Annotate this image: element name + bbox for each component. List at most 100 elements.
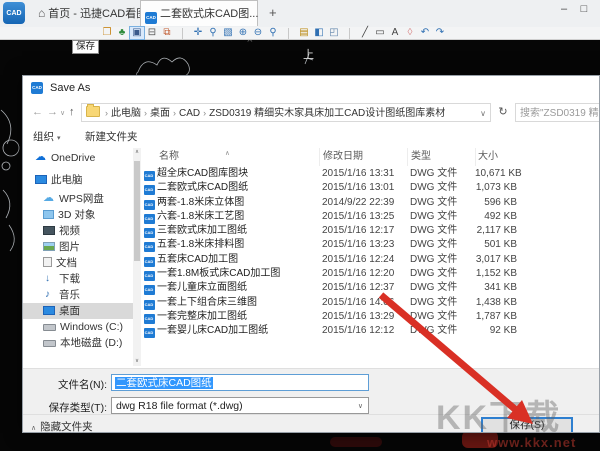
save-button[interactable]: 保存(S) — [481, 417, 573, 433]
sidebar-item-download[interactable]: 下载 — [23, 271, 133, 287]
scroll-down-icon[interactable]: ∨ — [133, 357, 141, 366]
app-logo-icon: CAD — [3, 2, 25, 24]
breadcrumb-item[interactable]: ›ZSD0319 精细实木家具床加工CAD设计图纸图库素材 — [200, 108, 445, 119]
hide-folders-button[interactable]: ∧隐藏文件夹 — [31, 419, 93, 433]
column-header-date[interactable]: 修改日期 — [319, 148, 407, 166]
redo-icon[interactable]: ↷ — [433, 27, 447, 39]
file-row[interactable]: 超全床CAD图库图块 2015/1/16 13:31 DWG 文件 10,671… — [141, 167, 599, 181]
maximize-button[interactable]: □ — [576, 3, 592, 15]
scrollbar-thumb[interactable] — [134, 161, 140, 261]
file-row[interactable]: 五套床CAD加工图 2015/1/16 12:24 DWG 文件 3,017 K… — [141, 253, 599, 267]
search-input[interactable]: 搜索"ZSD0319 精细 — [515, 103, 600, 122]
toolbar-icons: ❐♣▣⊟⧉✛⚲▧⊕⊖⚲▤◧◰╱▭A◊↶↷ — [0, 27, 600, 40]
file-row[interactable]: 一套上下组合床三维图 2015/1/16 14:06 DWG 文件 1,438 … — [141, 296, 599, 310]
sidebar-item-music[interactable]: 音乐 — [23, 287, 133, 303]
sidebar-item-desktop[interactable]: 桌面 — [23, 303, 133, 319]
toolbar-separator — [281, 28, 289, 39]
new-tab-button[interactable]: + — [264, 0, 282, 26]
save-icon[interactable]: ▣ — [130, 27, 144, 39]
file-row[interactable]: 一套儿童床立面图纸 2015/1/16 12:37 DWG 文件 341 KB — [141, 281, 599, 295]
savetype-select[interactable]: dwg R18 file format (*.dwg)∨ — [111, 397, 369, 414]
sidebar-item-cloud[interactable]: OneDrive — [23, 150, 133, 166]
breadcrumb-item[interactable]: ›此电脑 — [102, 108, 141, 119]
cad-file-icon — [141, 281, 157, 295]
palm-tree-icon[interactable]: ♣ — [115, 27, 129, 39]
forward-icon[interactable]: → — [47, 106, 58, 118]
open-file-icon[interactable]: ❐ — [100, 27, 114, 39]
cad-file-icon — [141, 181, 157, 195]
desktop-icon — [43, 306, 55, 315]
text-tool-icon[interactable]: A — [388, 27, 402, 39]
file-row[interactable]: 三套欧式床加工图纸 2015/1/16 12:17 DWG 文件 2,117 K… — [141, 224, 599, 238]
column-header-name[interactable]: 名称∧ — [141, 148, 319, 166]
scroll-up-icon[interactable]: ∧ — [133, 148, 141, 157]
tab-home[interactable]: ⌂首页 - 迅捷CAD看图 — [30, 0, 155, 26]
column-header-size[interactable]: 大小 — [475, 148, 529, 166]
eraser-tool-icon[interactable]: ◊ — [403, 27, 417, 39]
dialog-footer: 文件名(N): 二套欧式床CAD图纸 保存类型(T): dwg R18 file… — [23, 368, 599, 433]
cad-file-icon — [141, 253, 157, 267]
file-row[interactable]: 两套-1.8米床立体图 2014/9/22 22:39 DWG 文件 596 K… — [141, 196, 599, 210]
breadcrumb-caret-icon[interactable]: ∨ — [480, 104, 486, 122]
cube-icon[interactable]: ◰ — [327, 27, 341, 39]
sidebar-item-document[interactable]: 文档 — [23, 255, 133, 271]
organize-button[interactable]: 组织▾ — [33, 126, 61, 150]
refresh-icon[interactable]: ↻ — [495, 103, 511, 122]
watermark-smudge — [462, 431, 498, 448]
sidebar-item-computer[interactable]: 此电脑 — [23, 172, 133, 188]
chevron-right-icon: › — [173, 108, 176, 118]
chevron-right-icon: › — [144, 108, 147, 118]
file-list-header: 名称∧ 修改日期 类型 大小 — [141, 148, 599, 166]
sidebar-item-video[interactable]: 视频 — [23, 223, 133, 239]
pan-icon[interactable]: ✛ — [191, 27, 205, 39]
cad-doc-icon — [145, 12, 157, 24]
export-icon[interactable]: ⧉ — [160, 27, 174, 39]
breadcrumb-item[interactable]: ›桌面 — [141, 108, 170, 119]
folder-icon — [86, 106, 100, 117]
file-row[interactable]: 一套完整床加工图纸 2015/1/16 13:29 DWG 文件 1,787 K… — [141, 310, 599, 324]
filename-input[interactable]: 二套欧式床CAD图纸 — [111, 374, 369, 391]
dialog-bottom-bar: ∧隐藏文件夹 保存(S) — [23, 414, 599, 433]
video-icon — [43, 226, 55, 235]
cad-file-icon — [141, 167, 157, 181]
history-caret-icon[interactable]: ∨ — [60, 109, 65, 117]
undo-icon[interactable]: ↶ — [418, 27, 432, 39]
file-row[interactable]: 一套1.8M板式床CAD加工图 2015/1/16 12:20 DWG 文件 1… — [141, 267, 599, 281]
new-folder-button[interactable]: 新建文件夹 — [85, 126, 138, 148]
back-icon[interactable]: ← — [32, 106, 43, 118]
download-icon — [43, 274, 55, 283]
rect-tool-icon[interactable]: ▭ — [373, 27, 387, 39]
up-icon[interactable]: ↑ — [69, 106, 75, 118]
sidebar-item-box-3d[interactable]: 3D 对象 — [23, 207, 133, 223]
column-header-type[interactable]: 类型 — [407, 148, 475, 166]
zoom-in-icon[interactable]: ⊕ — [236, 27, 250, 39]
sidebar-item-picture[interactable]: 图片 — [23, 239, 133, 255]
music-icon — [43, 290, 55, 299]
cad-file-icon — [141, 224, 157, 238]
layers-icon[interactable]: ▤ — [297, 27, 311, 39]
view-3d-icon[interactable]: ◧ — [312, 27, 326, 39]
file-row[interactable]: 六套-1.8米床工艺图 2015/1/16 13:25 DWG 文件 492 K… — [141, 210, 599, 224]
file-row[interactable]: 一套婴儿床CAD加工图纸 2015/1/16 12:12 DWG 文件 92 K… — [141, 324, 599, 338]
file-row[interactable]: 二套欧式床CAD图纸 2015/1/16 13:01 DWG 文件 1,073 … — [141, 181, 599, 195]
picture-icon — [43, 242, 55, 251]
breadcrumb-item[interactable]: ›CAD — [170, 108, 200, 119]
zoom-window-icon[interactable]: ▧ — [221, 27, 235, 39]
tab-home-label: 首页 - 迅捷CAD看图 — [48, 8, 147, 20]
tab-document[interactable]: 二套欧式床CAD图...× — [140, 0, 258, 26]
filename-label: 文件名(N): — [23, 377, 107, 392]
zoom-out-icon[interactable]: ⊖ — [251, 27, 265, 39]
line-tool-icon[interactable]: ╱ — [358, 27, 372, 39]
zoom-previous-icon[interactable]: ⚲ — [266, 27, 280, 39]
print-icon[interactable]: ⊟ — [145, 27, 159, 39]
chevron-right-icon: › — [203, 108, 206, 118]
sidebar-item-drive[interactable]: Windows (C:) — [23, 319, 133, 335]
sidebar-item-wps-cloud[interactable]: WPS网盘 — [23, 191, 133, 207]
app-titlebar: CAD ⌂首页 - 迅捷CAD看图 二套欧式床CAD图...× + – □ — [0, 0, 600, 28]
breadcrumb[interactable]: ›此电脑›桌面›CAD›ZSD0319 精细实木家具床加工CAD设计图纸图库素材… — [81, 103, 491, 122]
file-row[interactable]: 五套-1.8米床排料图 2015/1/16 13:23 DWG 文件 501 K… — [141, 238, 599, 252]
sidebar-scrollbar[interactable]: ∧ ∨ — [133, 148, 141, 366]
minimize-button[interactable]: – — [556, 3, 572, 15]
zoom-realtime-icon[interactable]: ⚲ — [206, 27, 220, 39]
sidebar-item-drive[interactable]: 本地磁盘 (D:) — [23, 335, 133, 351]
